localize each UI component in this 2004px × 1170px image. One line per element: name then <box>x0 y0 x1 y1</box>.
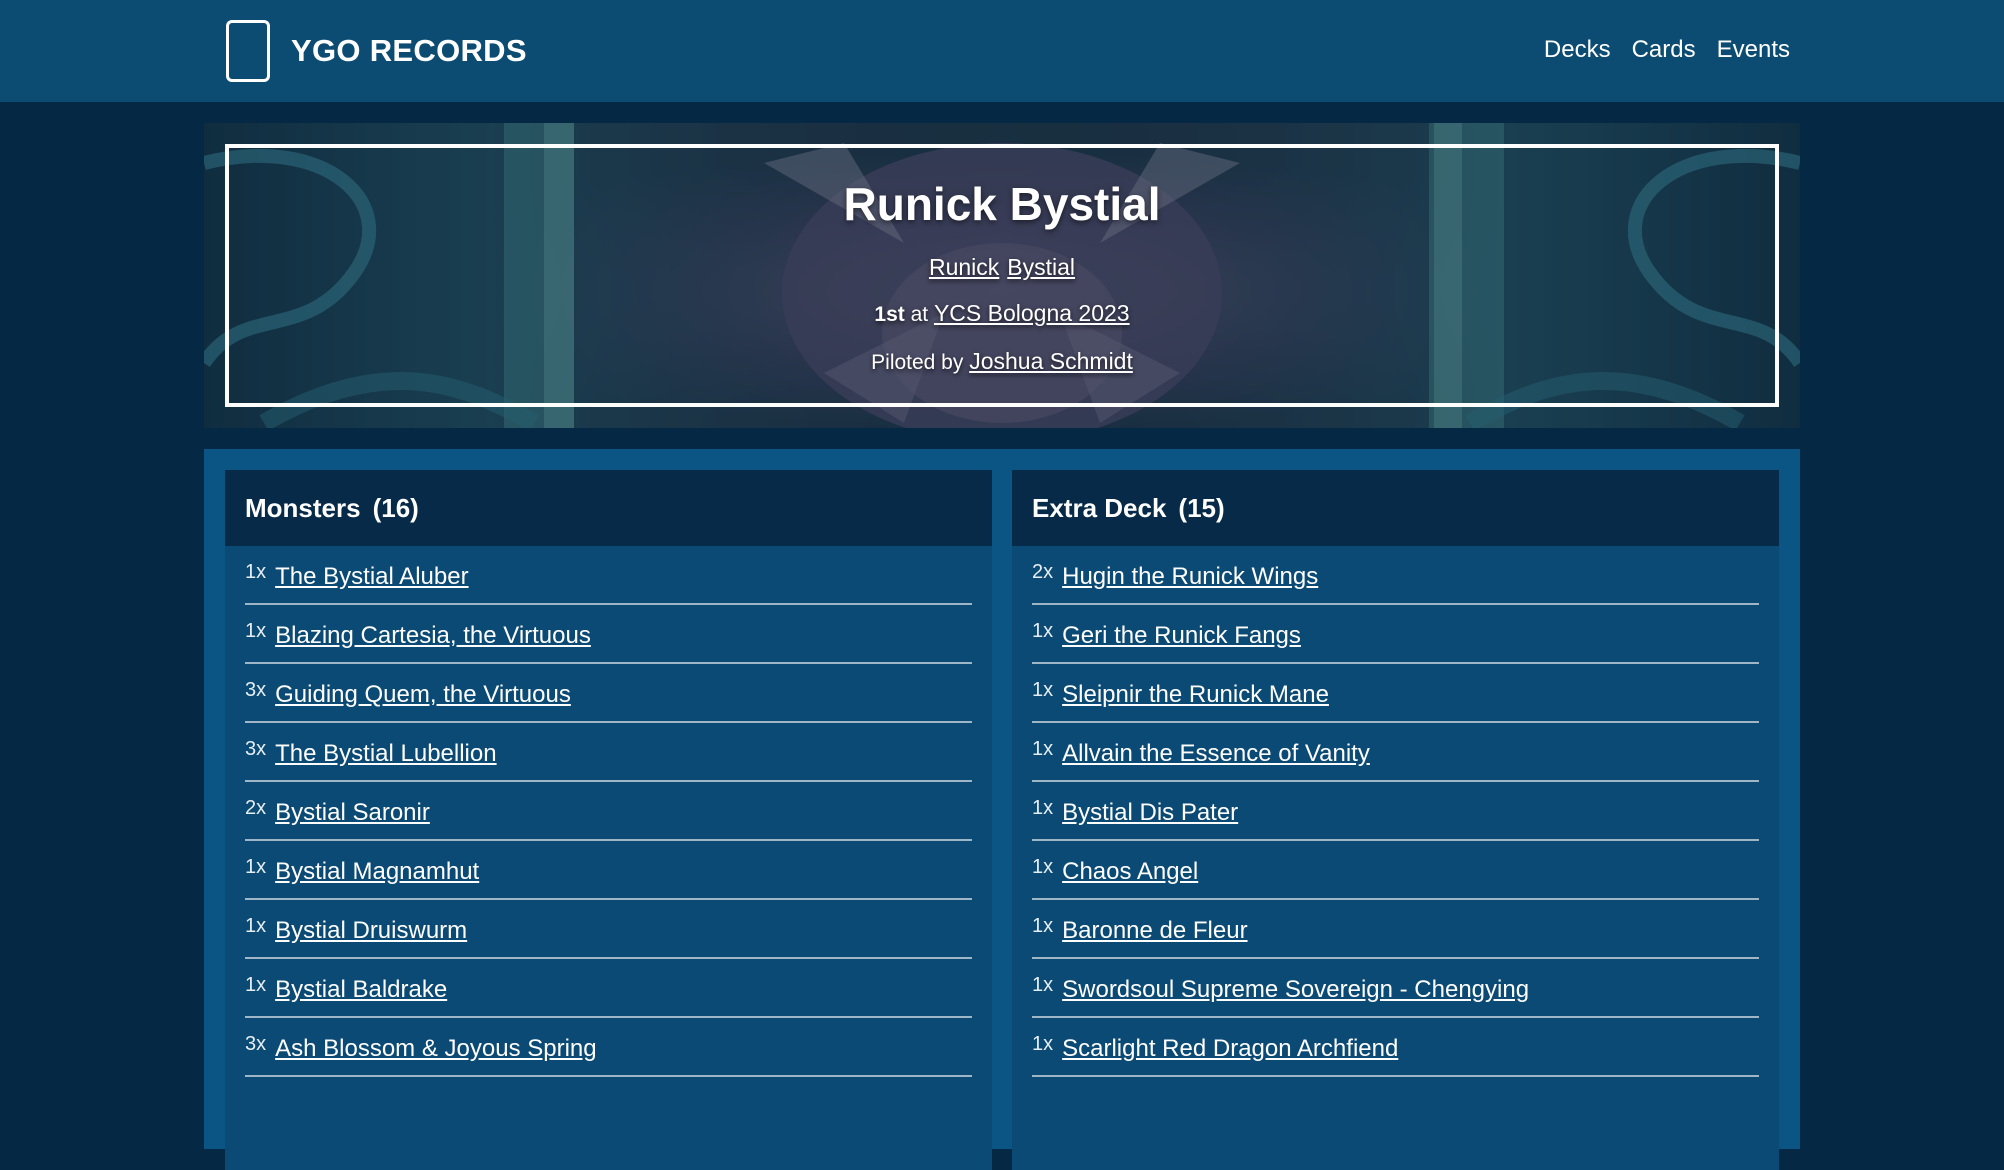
card-link[interactable]: Bystial Magnamhut <box>275 858 479 886</box>
card-quantity: 1x <box>1032 797 1054 819</box>
card-link[interactable]: The Bystial Lubellion <box>275 740 496 768</box>
card-row: 1x Blazing Cartesia, the Virtuous <box>245 605 972 664</box>
card-quantity: 1x <box>1032 1033 1054 1055</box>
archetype-links: Runick Bystial <box>229 252 1775 282</box>
card-link[interactable]: Ash Blossom & Joyous Spring <box>275 1035 596 1063</box>
extra-deck-panel: Extra Deck (15) 2x Hugin the Runick Wings… <box>1012 470 1779 1170</box>
card-link[interactable]: Allvain the Essence of Vanity <box>1062 740 1370 768</box>
card-row: 1x Geri the Runick Fangs <box>1032 605 1759 664</box>
card-quantity: 1x <box>245 620 267 642</box>
card-row: 3x Ash Blossom & Joyous Spring <box>245 1018 972 1077</box>
deck-hero-banner: Runick Bystial Runick Bystial 1st at YCS … <box>204 123 1800 428</box>
extra-deck-card-list: 2x Hugin the Runick Wings 1x Geri the Runi… <box>1012 546 1779 1077</box>
card-quantity: 3x <box>245 738 267 760</box>
card-link[interactable]: Baronne de Fleur <box>1062 917 1247 945</box>
card-quantity: 1x <box>1032 620 1054 642</box>
brand-home-link[interactable]: YGO RECORDS <box>226 20 527 82</box>
card-link[interactable]: Blazing Cartesia, the Virtuous <box>275 622 591 650</box>
top-navbar: YGO RECORDS Decks Cards Events <box>0 0 2004 102</box>
card-quantity: 1x <box>1032 679 1054 701</box>
card-link[interactable]: Bystial Saronir <box>275 799 430 827</box>
brand-title: YGO RECORDS <box>291 33 527 68</box>
card-link[interactable]: The Bystial Aluber <box>275 563 468 591</box>
extra-deck-title: Extra Deck <box>1032 492 1167 523</box>
moon-logo-icon <box>226 20 270 82</box>
nav-link-cards[interactable]: Cards <box>1632 30 1696 70</box>
card-row: 2x Bystial Saronir <box>245 782 972 841</box>
card-link[interactable]: Sleipnir the Runick Mane <box>1062 681 1329 709</box>
card-quantity: 1x <box>245 974 267 996</box>
card-link[interactable]: Hugin the Runick Wings <box>1062 563 1318 591</box>
card-row: 2x Hugin the Runick Wings <box>1032 546 1759 605</box>
card-quantity: 1x <box>245 856 267 878</box>
card-row: 1x Allvain the Essence of Vanity <box>1032 723 1759 782</box>
card-link[interactable]: Bystial Dis Pater <box>1062 799 1238 827</box>
card-quantity: 3x <box>245 1033 267 1055</box>
card-row: 1x Scarlight Red Dragon Archfiend <box>1032 1018 1759 1077</box>
card-row: 1x Bystial Magnamhut <box>245 841 972 900</box>
extra-deck-count: (15) <box>1178 492 1225 523</box>
pilot-link[interactable]: Joshua Schmidt <box>969 348 1133 374</box>
card-link[interactable]: Chaos Angel <box>1062 858 1198 886</box>
placement-connector: at <box>910 303 929 326</box>
placement-line: 1st at YCS Bologna 2023 <box>229 298 1775 330</box>
card-link[interactable]: Scarlight Red Dragon Archfiend <box>1062 1035 1398 1063</box>
card-quantity: 1x <box>245 915 267 937</box>
card-row: 1x Bystial Baldrake <box>245 959 972 1018</box>
card-quantity: 1x <box>1032 738 1054 760</box>
monsters-card-list: 1x The Bystial Aluber 1x Blazing Cartesia,… <box>225 546 992 1077</box>
deck-title: Runick Bystial <box>843 178 1161 230</box>
card-row: 1x The Bystial Aluber <box>245 546 972 605</box>
card-row: 1x Chaos Angel <box>1032 841 1759 900</box>
card-quantity: 1x <box>1032 974 1054 996</box>
pilot-prefix: Piloted by <box>871 351 964 374</box>
card-link[interactable]: Bystial Baldrake <box>275 976 447 1004</box>
card-link[interactable]: Guiding Quem, the Virtuous <box>275 681 571 709</box>
decklist-container: Monsters (16) 1x The Bystial Aluber 1x Bla… <box>204 449 1800 1170</box>
card-row: 1x Swordsoul Supreme Sovereign - Chengyin… <box>1032 959 1759 1018</box>
card-quantity: 1x <box>1032 856 1054 878</box>
card-link[interactable]: Swordsoul Supreme Sovereign - Chengying <box>1062 976 1529 1004</box>
card-row: 1x Sleipnir the Runick Mane <box>1032 664 1759 723</box>
card-link[interactable]: Bystial Druiswurm <box>275 917 467 945</box>
card-link[interactable]: Geri the Runick Fangs <box>1062 622 1301 650</box>
placement-rank: 1st <box>874 303 905 326</box>
pilot-line: Piloted by Joshua Schmidt <box>229 346 1775 378</box>
extra-deck-header: Extra Deck (15) <box>1012 470 1779 546</box>
nav-link-decks[interactable]: Decks <box>1544 30 1611 70</box>
card-quantity: 1x <box>1032 915 1054 937</box>
card-quantity: 2x <box>1032 561 1054 583</box>
monsters-title: Monsters <box>245 492 361 523</box>
monsters-panel: Monsters (16) 1x The Bystial Aluber 1x Bla… <box>225 470 992 1170</box>
card-quantity: 3x <box>245 679 267 701</box>
card-row: 1x Bystial Dis Pater <box>1032 782 1759 841</box>
monsters-header: Monsters (16) <box>225 470 992 546</box>
archetype-link-bystial[interactable]: Bystial <box>1007 254 1075 280</box>
event-link[interactable]: YCS Bologna 2023 <box>934 300 1130 326</box>
card-quantity: 2x <box>245 797 267 819</box>
nav-link-events[interactable]: Events <box>1717 30 1790 70</box>
card-row: 3x Guiding Quem, the Virtuous <box>245 664 972 723</box>
card-row: 1x Baronne de Fleur <box>1032 900 1759 959</box>
monsters-count: (16) <box>372 492 419 523</box>
card-row: 3x The Bystial Lubellion <box>245 723 972 782</box>
main-nav: Decks Cards Events <box>1544 30 1790 70</box>
card-quantity: 1x <box>245 561 267 583</box>
card-row: 1x Bystial Druiswurm <box>245 900 972 959</box>
deck-info-frame: Runick Bystial Runick Bystial 1st at YCS … <box>225 144 1779 407</box>
archetype-link-runick[interactable]: Runick <box>929 254 999 280</box>
